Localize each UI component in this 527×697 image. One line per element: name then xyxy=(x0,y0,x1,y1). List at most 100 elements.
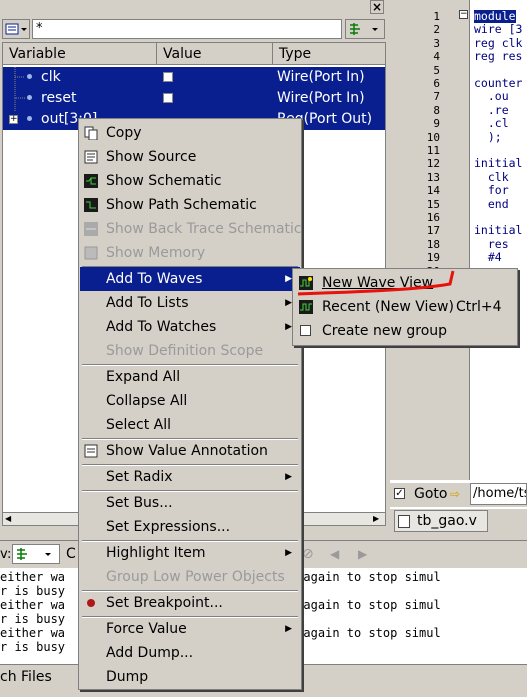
menu-item-show-path-schematic[interactable]: Show Path Schematic xyxy=(80,193,300,217)
menu-item-set-bus[interactable]: Set Bus... xyxy=(80,491,300,515)
goto-bar: ✓ Goto ⇨ /home/ts xyxy=(390,483,527,507)
menu-item-dump[interactable]: Dump xyxy=(80,665,300,689)
line-number: 17 xyxy=(426,224,440,238)
file-tab[interactable]: tb_gao.v xyxy=(394,510,488,532)
filter-mode-button[interactable] xyxy=(345,19,385,39)
menu-item-set-expressions[interactable]: Set Expressions... xyxy=(80,515,300,539)
file-tab-bar: tb_gao.v xyxy=(390,509,527,533)
menu-item-show-schematic[interactable]: Show Schematic xyxy=(80,169,300,193)
line-number: 1 xyxy=(433,10,440,23)
submenu-arrow-icon: ▶ xyxy=(285,472,292,482)
menu-item-highlight-item[interactable]: Highlight Item ▶ xyxy=(80,541,300,565)
checkbox-icon xyxy=(300,325,311,336)
tab-search-files[interactable]: ch Files xyxy=(0,669,52,685)
prev-icon[interactable]: ◀ xyxy=(330,547,339,561)
source-code-pane: − 1 module 2 wire [3 3 reg clk 4 reg res 5 6 count… xyxy=(390,0,527,530)
menu-item-label: Copy xyxy=(106,125,142,141)
menu-item-force-value[interactable]: Force Value ▶ xyxy=(80,617,300,641)
menu-item-label: Force Value xyxy=(106,621,187,637)
next-icon[interactable]: ▶ xyxy=(358,547,367,561)
scroll-right-icon[interactable]: ▶ xyxy=(373,514,383,524)
column-header-variable[interactable]: Variable xyxy=(3,43,157,65)
menu-item-label: Add To Lists xyxy=(106,295,189,311)
value-expand-icon[interactable] xyxy=(163,72,173,82)
menu-item-label: Add To Waves xyxy=(106,271,203,287)
line-number: 3 xyxy=(433,36,440,50)
stop-icon[interactable]: ⊘ xyxy=(302,546,314,562)
column-header-value[interactable]: Value xyxy=(157,43,273,65)
source-icon xyxy=(84,150,98,164)
scroll-left-icon[interactable]: ◀ xyxy=(5,514,15,524)
code-line: .ou xyxy=(474,89,509,104)
toolbar-prefix: v: xyxy=(0,547,12,562)
code-line: initial xyxy=(474,223,523,238)
code-line: clk xyxy=(474,169,509,184)
signal-select[interactable] xyxy=(12,544,60,564)
line-number: 19 xyxy=(426,251,440,265)
line-number: 18 xyxy=(426,237,440,251)
file-tab-label: tb_gao.v xyxy=(417,513,477,529)
submenu-arrow-icon: ▶ xyxy=(285,624,292,634)
menu-item-label: Show Path Schematic xyxy=(106,197,257,213)
column-header-type[interactable]: Type xyxy=(273,43,385,65)
goto-path-field[interactable]: /home/ts xyxy=(470,483,527,505)
menu-item-label: Set Breakpoint... xyxy=(106,595,223,611)
menu-item-group-low-power-objects: Group Low Power Objects xyxy=(80,565,300,589)
menu-item-show-value-annotation[interactable]: Show Value Annotation xyxy=(80,439,300,463)
fold-icon[interactable]: − xyxy=(459,10,468,19)
back-trace-icon xyxy=(84,222,98,236)
annotation-icon xyxy=(84,444,98,458)
breakpoint-icon xyxy=(87,599,95,607)
submenu-arrow-icon: ▶ xyxy=(285,274,292,284)
submenu-arrow-icon: ▶ xyxy=(285,298,292,308)
code-line: wire [3 xyxy=(474,22,523,37)
menu-item-show-back-trace-schematic: Show Back Trace Schematic xyxy=(80,217,302,241)
menu-item-select-all[interactable]: Select All xyxy=(80,413,300,437)
menu-item-add-to-waves[interactable]: Add To Waves ▶ xyxy=(80,267,300,291)
line-number: 15 xyxy=(426,197,440,211)
code-line: for xyxy=(474,183,509,198)
menu-item-label: Collapse All xyxy=(106,393,188,409)
menu-item-set-breakpoint[interactable]: Set Breakpoint... xyxy=(80,591,300,615)
menu-item-recent-new-view[interactable]: Recent (New View) Ctrl+4 xyxy=(294,295,516,319)
filter-options-button[interactable] xyxy=(2,19,30,39)
line-number: 16 xyxy=(426,211,440,224)
menu-item-create-new-group[interactable]: Create new group xyxy=(294,319,516,343)
value-expand-icon[interactable] xyxy=(163,93,173,103)
red-underline-annotation xyxy=(297,270,455,296)
goto-checkbox[interactable]: ✓ xyxy=(394,488,405,499)
table-row[interactable]: reset Wire(Port In) xyxy=(3,88,385,109)
line-number: 12 xyxy=(426,157,440,171)
tree-lines xyxy=(14,67,25,112)
close-icon[interactable]: × xyxy=(370,0,384,14)
filter-input[interactable]: * xyxy=(32,19,342,39)
code-line: counter xyxy=(474,76,523,90)
file-icon xyxy=(398,515,410,528)
submenu-arrow-icon: ▶ xyxy=(285,322,292,332)
menu-item-label: Highlight Item xyxy=(106,545,206,561)
line-number: 2 xyxy=(433,23,440,37)
line-number: 9 xyxy=(433,117,440,131)
line-number: 8 xyxy=(433,103,440,117)
toolbar-c-label[interactable]: C xyxy=(66,546,76,562)
code-line: .cl xyxy=(474,116,509,131)
menu-item-label: Create new group xyxy=(322,323,448,339)
menu-item-add-to-lists[interactable]: Add To Lists ▶ xyxy=(80,291,300,315)
menu-item-copy[interactable]: Copy xyxy=(80,121,300,145)
menu-item-label: Set Radix xyxy=(106,469,173,485)
table-row[interactable]: clk Wire(Port In) xyxy=(3,67,385,88)
line-number: 13 xyxy=(426,170,440,184)
menu-item-collapse-all[interactable]: Collapse All xyxy=(80,389,300,413)
menu-item-add-dump[interactable]: Add Dump... xyxy=(80,641,300,665)
menu-item-show-memory: Show Memory xyxy=(80,241,300,265)
variable-name: reset xyxy=(41,90,77,106)
submenu-arrow-icon: ▶ xyxy=(285,548,292,558)
menu-item-show-source[interactable]: Show Source xyxy=(80,145,300,169)
menu-item-expand-all[interactable]: Expand All xyxy=(80,365,300,389)
code-line: initial xyxy=(474,156,523,171)
code-line: ); xyxy=(474,129,502,144)
memory-icon xyxy=(84,246,98,260)
menu-item-add-to-watches[interactable]: Add To Watches ▶ xyxy=(80,315,300,339)
goto-arrow-icon[interactable]: ⇨ xyxy=(450,487,460,501)
menu-item-set-radix[interactable]: Set Radix ▶ xyxy=(80,465,300,489)
